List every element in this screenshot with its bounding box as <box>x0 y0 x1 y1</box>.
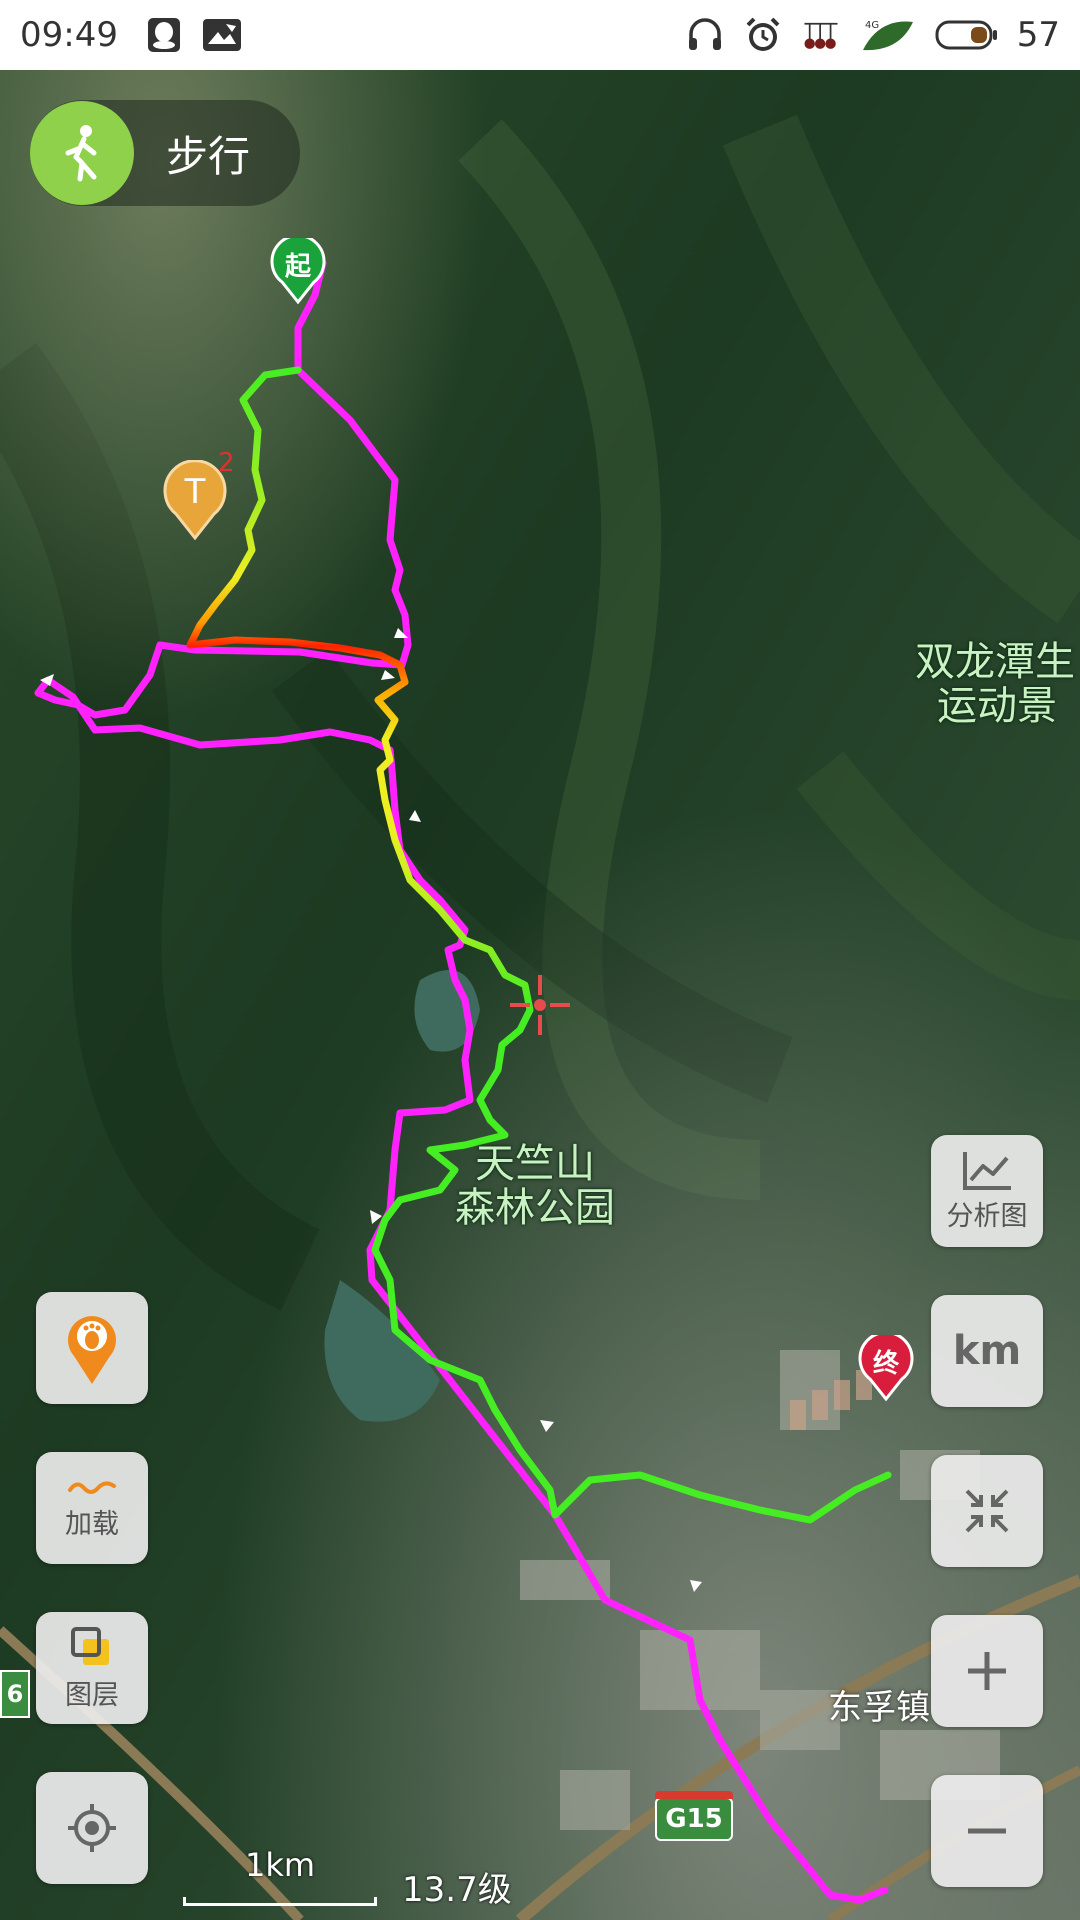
layers-label: 图层 <box>65 1679 119 1711</box>
locate-icon <box>68 1804 116 1852</box>
end-marker-label: 终 <box>872 1349 899 1379</box>
battery-level: 57 <box>1016 15 1060 55</box>
analysis-chart-label: 分析图 <box>946 1200 1028 1232</box>
place-label-park: 天竺山 森林公园 <box>455 1141 615 1231</box>
zoom-in-button[interactable] <box>931 1615 1043 1727</box>
line-chart-icon <box>963 1151 1011 1190</box>
compress-button[interactable] <box>931 1455 1043 1567</box>
travel-mode-chip[interactable]: 步行 <box>30 100 300 206</box>
layers-button[interactable]: 图层 <box>36 1612 148 1724</box>
4g-signal-icon: 4G <box>859 15 917 55</box>
map-view[interactable]: 起 T 2 终 天竺山 森林公园 双龙潭生 运动景 东孚镇 G15 6 步行 加… <box>0 70 1080 1920</box>
waypoint-marker-label: T <box>184 472 206 512</box>
wave-icon <box>68 1480 116 1494</box>
place-label-scenic: 双龙潭生 运动景 <box>915 639 1075 729</box>
scale-bar: 1km <box>183 1846 377 1906</box>
start-marker[interactable]: 起 <box>270 234 326 305</box>
footprint-pin-icon <box>68 1316 116 1384</box>
road-badge-left: 6 <box>0 1670 30 1718</box>
walking-icon <box>30 101 134 205</box>
load-track-button[interactable]: 加载 <box>36 1452 148 1564</box>
start-marker-label: 起 <box>284 252 311 282</box>
analysis-chart-button[interactable]: 分析图 <box>931 1135 1043 1247</box>
unit-toggle-button[interactable]: km <box>931 1295 1043 1407</box>
network-icon <box>801 15 841 55</box>
satellite-terrain <box>0 70 1080 1920</box>
layers-icon <box>71 1626 109 1665</box>
svg-text:4G: 4G <box>865 20 879 31</box>
waypoint-count: 2 <box>218 448 235 478</box>
track-record-button[interactable] <box>36 1292 148 1404</box>
image-notification-icon <box>202 15 242 55</box>
qq-icon <box>144 15 184 55</box>
zoom-level: 13.7级 <box>402 1870 512 1910</box>
status-bar: 09:49 4G 57 <box>0 0 1080 70</box>
locate-button[interactable] <box>36 1772 148 1884</box>
headphones-icon <box>685 15 725 55</box>
waypoint-marker[interactable]: T 2 <box>162 448 235 541</box>
end-marker[interactable]: 终 <box>858 1331 914 1402</box>
zoom-out-button[interactable] <box>931 1775 1043 1887</box>
minus-icon <box>968 1828 1006 1834</box>
alarm-icon <box>743 15 783 55</box>
scale-label: 1km <box>244 1846 316 1884</box>
load-track-label: 加载 <box>65 1508 119 1540</box>
compress-icon <box>965 1489 1009 1533</box>
travel-mode-label: 步行 <box>166 131 251 181</box>
unit-label: km <box>952 1328 1022 1374</box>
plus-icon <box>968 1652 1006 1690</box>
battery-icon <box>935 15 999 55</box>
status-time: 09:49 <box>20 15 118 55</box>
place-label-town: 东孚镇 <box>828 1688 930 1728</box>
road-badge-g15: G15 <box>655 1791 733 1841</box>
